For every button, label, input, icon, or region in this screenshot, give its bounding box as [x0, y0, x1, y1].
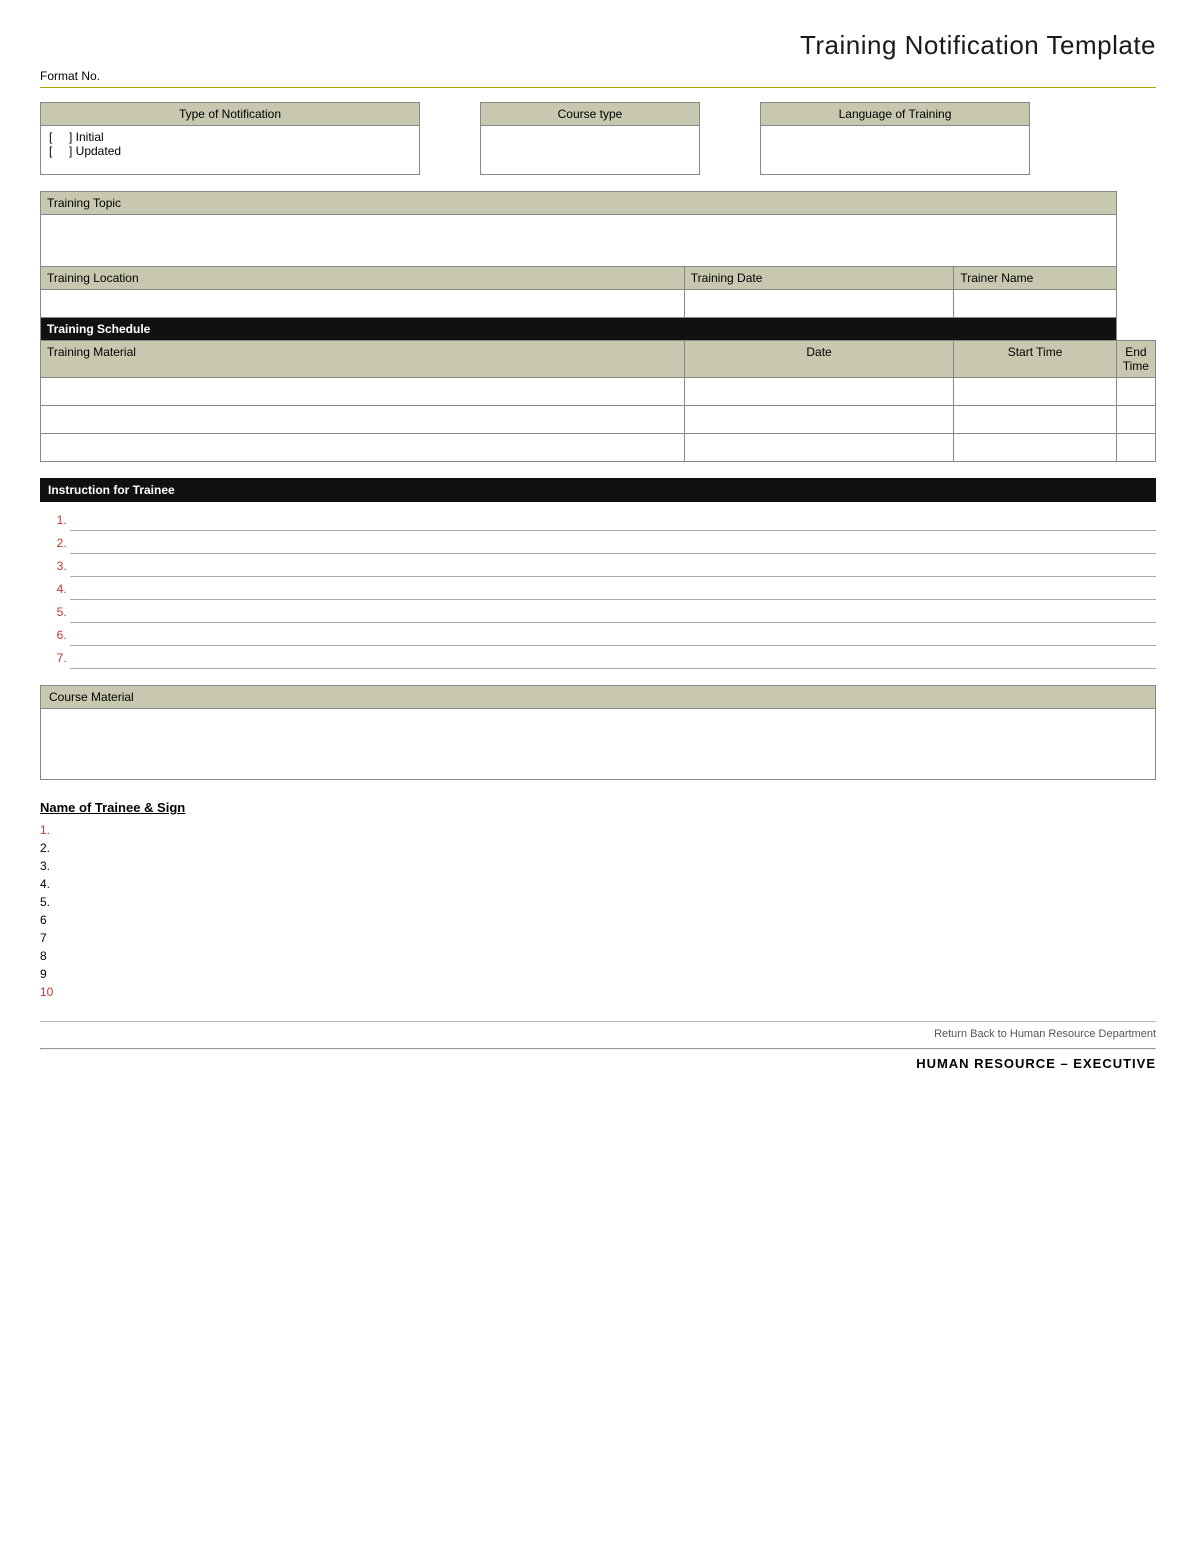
date-col-header: Date [684, 341, 954, 378]
instruction-header: Instruction for Trainee [40, 478, 1156, 502]
trainee-item-10: 10 [40, 983, 1156, 1001]
date-val-1 [684, 378, 954, 406]
trainee-item-4: 4. [40, 875, 1156, 893]
trainee-item-7: 7 [40, 929, 1156, 947]
footer-return: Return Back to Human Resource Department [40, 1021, 1156, 1040]
trainee-item-8: 8 [40, 947, 1156, 965]
material-header: Training Material [41, 341, 685, 378]
language-box: Language of Training [760, 102, 1030, 175]
start-val-3 [954, 434, 1116, 462]
course-material-header: Course Material [41, 686, 1155, 709]
course-type-box: Course type [480, 102, 700, 175]
instruction-item-3 [70, 556, 1156, 577]
location-date-trainer-header: Training Location Training Date Trainer … [41, 267, 1156, 290]
location-date-trainer-row [41, 290, 1156, 318]
date-header: Training Date [684, 267, 954, 290]
course-material-box: Course Material [40, 685, 1156, 780]
instruction-item-7 [70, 648, 1156, 669]
updated-option: [ ] Updated [49, 144, 411, 158]
topic-content-row [41, 215, 1156, 267]
schedule-header: Training Schedule [41, 318, 1117, 341]
start-val-1 [954, 378, 1116, 406]
end-val-2 [1116, 406, 1155, 434]
top-info-row: Type of Notification [ ] Initial [ ] Upd… [40, 102, 1156, 175]
material-row-2 [41, 406, 1156, 434]
topic-content [41, 215, 1117, 267]
trainee-item-1: 1. [40, 821, 1156, 839]
course-material-content [41, 709, 1155, 779]
instruction-list [40, 510, 1156, 669]
start-time-header: Start Time [954, 341, 1116, 378]
topic-header-row: Training Topic [41, 192, 1156, 215]
topic-header: Training Topic [41, 192, 1117, 215]
end-val-3 [1116, 434, 1155, 462]
instruction-item-2 [70, 533, 1156, 554]
language-header: Language of Training [761, 103, 1029, 126]
footer-bottom: HUMAN RESOURCE – EXECUTIVE [40, 1056, 1156, 1071]
trainee-list: 1. 2. 3. 4. 5. 6 7 8 9 10 [40, 821, 1156, 1001]
trainee-item-3: 3. [40, 857, 1156, 875]
material-val-2 [41, 406, 685, 434]
start-val-2 [954, 406, 1116, 434]
material-val-3 [41, 434, 685, 462]
instruction-item-4 [70, 579, 1156, 600]
trainee-item-5: 5. [40, 893, 1156, 911]
notification-box: Type of Notification [ ] Initial [ ] Upd… [40, 102, 420, 175]
trainee-item-2: 2. [40, 839, 1156, 857]
initial-option: [ ] Initial [49, 130, 411, 144]
format-no: Format No. [40, 69, 1156, 88]
trainee-header: Name of Trainee & Sign [40, 800, 1156, 815]
instruction-item-5 [70, 602, 1156, 623]
trainer-value [954, 290, 1116, 318]
schedule-row: Training Schedule [41, 318, 1156, 341]
instruction-item-6 [70, 625, 1156, 646]
instruction-item-1 [70, 510, 1156, 531]
end-val-1 [1116, 378, 1155, 406]
trainer-header: Trainer Name [954, 267, 1116, 290]
course-type-content [481, 126, 699, 174]
location-header: Training Location [41, 267, 685, 290]
notification-content: [ ] Initial [ ] Updated [41, 126, 419, 174]
material-row-1 [41, 378, 1156, 406]
material-row-3 [41, 434, 1156, 462]
course-type-header: Course type [481, 103, 699, 126]
notification-header: Type of Notification [41, 103, 419, 126]
date-value [684, 290, 954, 318]
material-header-row: Training Material Date Start Time End Ti… [41, 341, 1156, 378]
footer-divider [40, 1048, 1156, 1050]
page-title: Training Notification Template [40, 30, 1156, 61]
end-time-header: End Time [1116, 341, 1155, 378]
material-val-1 [41, 378, 685, 406]
trainee-item-6: 6 [40, 911, 1156, 929]
date-val-2 [684, 406, 954, 434]
trainee-item-9: 9 [40, 965, 1156, 983]
location-value [41, 290, 685, 318]
date-val-3 [684, 434, 954, 462]
language-content [761, 126, 1029, 174]
training-table: Training Topic Training Location Trainin… [40, 191, 1156, 462]
